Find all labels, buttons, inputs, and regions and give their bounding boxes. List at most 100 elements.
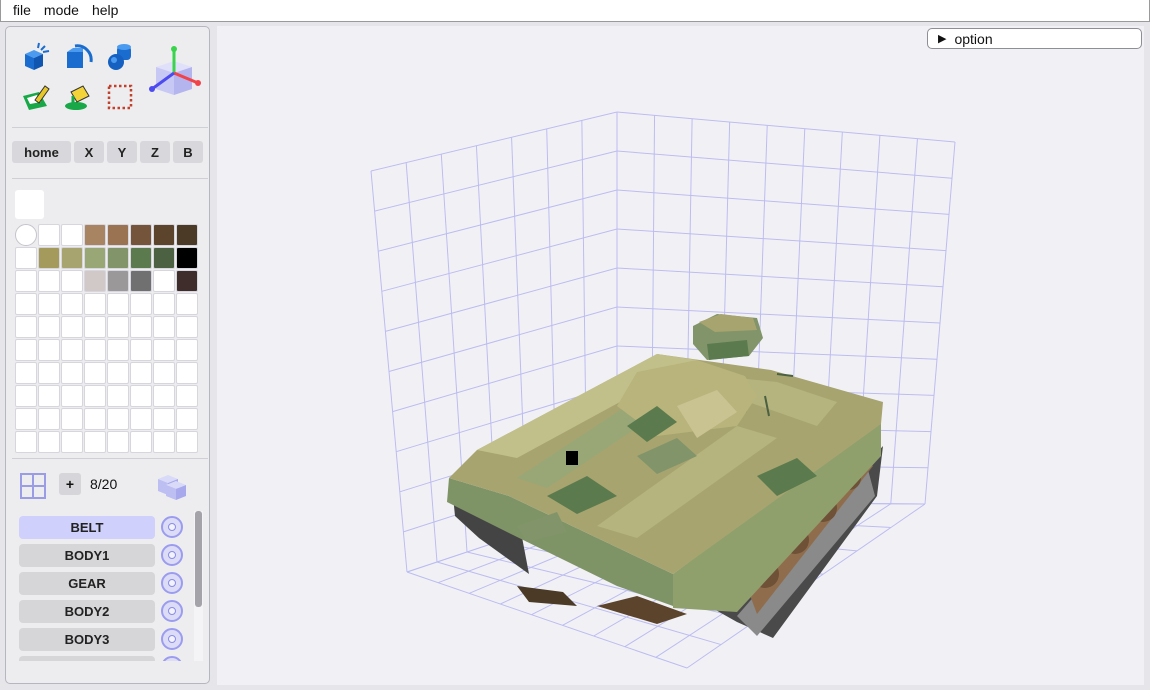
palette-swatch[interactable] [61,362,83,384]
palette-swatch[interactable] [61,408,83,430]
layer-visibility-icon[interactable] [161,572,183,594]
palette-swatch[interactable] [176,224,198,246]
cylinder-icon[interactable] [102,39,138,75]
palette-swatch[interactable] [176,293,198,315]
palette-swatch[interactable] [15,431,37,453]
layer-grid-icon[interactable] [20,473,46,504]
layer-visibility-icon[interactable] [161,600,183,622]
palette-swatch[interactable] [38,224,60,246]
palette-swatch[interactable] [61,270,83,292]
palette-swatch[interactable] [38,362,60,384]
menu-mode[interactable]: mode [39,0,87,21]
layer-name-button[interactable]: BODY2 [19,600,155,623]
palette-swatch[interactable] [61,293,83,315]
palette-swatch[interactable] [15,339,37,361]
palette-swatch[interactable] [84,316,106,338]
palette-swatch[interactable] [130,362,152,384]
palette-swatch[interactable] [130,408,152,430]
layer-row[interactable]: BODY1 [19,543,189,571]
palette-swatch[interactable] [84,431,106,453]
layer-row[interactable] [19,655,189,661]
palette-swatch[interactable] [84,270,106,292]
palette-swatch[interactable] [130,339,152,361]
layer-name-button[interactable]: BELT [19,516,155,539]
palette-swatch[interactable] [153,224,175,246]
palette-swatch[interactable] [61,247,83,269]
palette-swatch[interactable] [130,247,152,269]
layer-name-button[interactable]: BODY3 [19,628,155,651]
palette-swatch[interactable] [130,431,152,453]
view-y-button[interactable]: Y [107,141,137,163]
palette-swatch[interactable] [61,431,83,453]
layer-name-button[interactable]: BODY1 [19,544,155,567]
palette-swatch[interactable] [107,385,129,407]
palette-swatch[interactable] [61,385,83,407]
palette-swatch[interactable] [130,316,152,338]
layer-visibility-icon[interactable] [161,544,183,566]
palette-swatch[interactable] [176,339,198,361]
palette-swatch[interactable] [15,224,37,246]
layer-row[interactable]: BODY2 [19,599,189,627]
layer-visibility-icon[interactable] [161,516,183,538]
palette-swatch[interactable] [176,431,198,453]
add-layer-button[interactable]: + [59,473,81,495]
palette-swatch[interactable] [107,247,129,269]
layer-scrollbar-thumb[interactable] [195,511,202,607]
palette-swatch[interactable] [107,293,129,315]
palette-swatch[interactable] [84,362,106,384]
palette-swatch[interactable] [107,431,129,453]
palette-swatch[interactable] [176,270,198,292]
layer-name-button[interactable]: GEAR [19,572,155,595]
palette-swatch[interactable] [38,293,60,315]
layer-visibility-icon[interactable] [161,656,183,661]
selection-rect-icon[interactable] [102,79,138,115]
palette-swatch[interactable] [84,408,106,430]
palette-swatch[interactable] [153,293,175,315]
add-voxel-icon[interactable] [18,39,54,75]
palette-swatch[interactable] [130,270,152,292]
palette-swatch[interactable] [176,316,198,338]
layer-scrollbar[interactable] [194,511,203,661]
palette-swatch[interactable] [15,362,37,384]
palette-swatch[interactable] [107,224,129,246]
view-z-button[interactable]: Z [140,141,170,163]
palette-swatch[interactable] [38,339,60,361]
layer-row[interactable]: BELT [19,515,189,543]
palette-swatch[interactable] [15,316,37,338]
paint-icon[interactable] [18,79,54,115]
palette-swatch[interactable] [176,247,198,269]
palette-swatch[interactable] [15,270,37,292]
palette-swatch[interactable] [107,270,129,292]
palette-swatch[interactable] [38,431,60,453]
viewport-3d[interactable] [217,26,1144,685]
palette-swatch[interactable] [84,247,106,269]
palette-swatch[interactable] [84,293,106,315]
palette-swatch[interactable] [38,316,60,338]
layer-visibility-icon[interactable] [161,628,183,650]
palette-swatch[interactable] [153,431,175,453]
axis-gizmo-icon[interactable] [146,45,202,101]
option-toggle-button[interactable]: ▶ option [927,28,1142,49]
palette-swatch[interactable] [15,408,37,430]
palette-swatch[interactable] [153,316,175,338]
layer-row[interactable]: GEAR [19,571,189,599]
current-color-swatch[interactable] [15,190,44,219]
palette-swatch[interactable] [176,362,198,384]
palette-swatch[interactable] [84,339,106,361]
palette-swatch[interactable] [153,270,175,292]
rotate-icon[interactable] [60,39,96,75]
palette-swatch[interactable] [61,224,83,246]
palette-swatch[interactable] [153,339,175,361]
palette-swatch[interactable] [84,224,106,246]
palette-swatch[interactable] [61,339,83,361]
palette-swatch[interactable] [38,247,60,269]
fill-bucket-icon[interactable] [60,79,96,115]
view-b-button[interactable]: B [173,141,203,163]
palette-swatch[interactable] [15,247,37,269]
view-x-button[interactable]: X [74,141,104,163]
menu-help[interactable]: help [87,0,126,21]
palette-swatch[interactable] [15,293,37,315]
palette-swatch[interactable] [107,339,129,361]
palette-swatch[interactable] [130,224,152,246]
layer-name-button[interactable] [19,656,155,661]
